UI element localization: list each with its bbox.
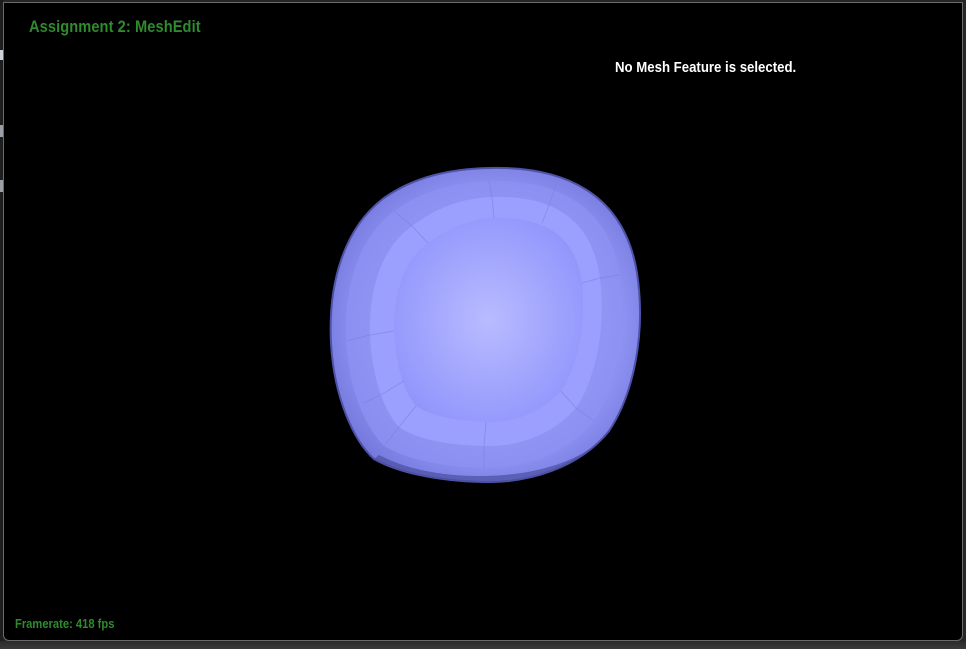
selection-status: No Mesh Feature is selected.	[615, 59, 797, 76]
meshedit-window[interactable]: Assignment 2: MeshEdit No Mesh Feature i…	[3, 2, 963, 641]
desktop-taskbar-edge	[0, 641, 966, 649]
mesh-viewport[interactable]	[324, 163, 649, 493]
framerate-readout: Framerate: 418 fps	[15, 616, 115, 631]
mesh-facet-ring	[394, 217, 584, 423]
app-title: Assignment 2: MeshEdit	[29, 17, 201, 36]
mesh-render[interactable]	[324, 163, 649, 493]
